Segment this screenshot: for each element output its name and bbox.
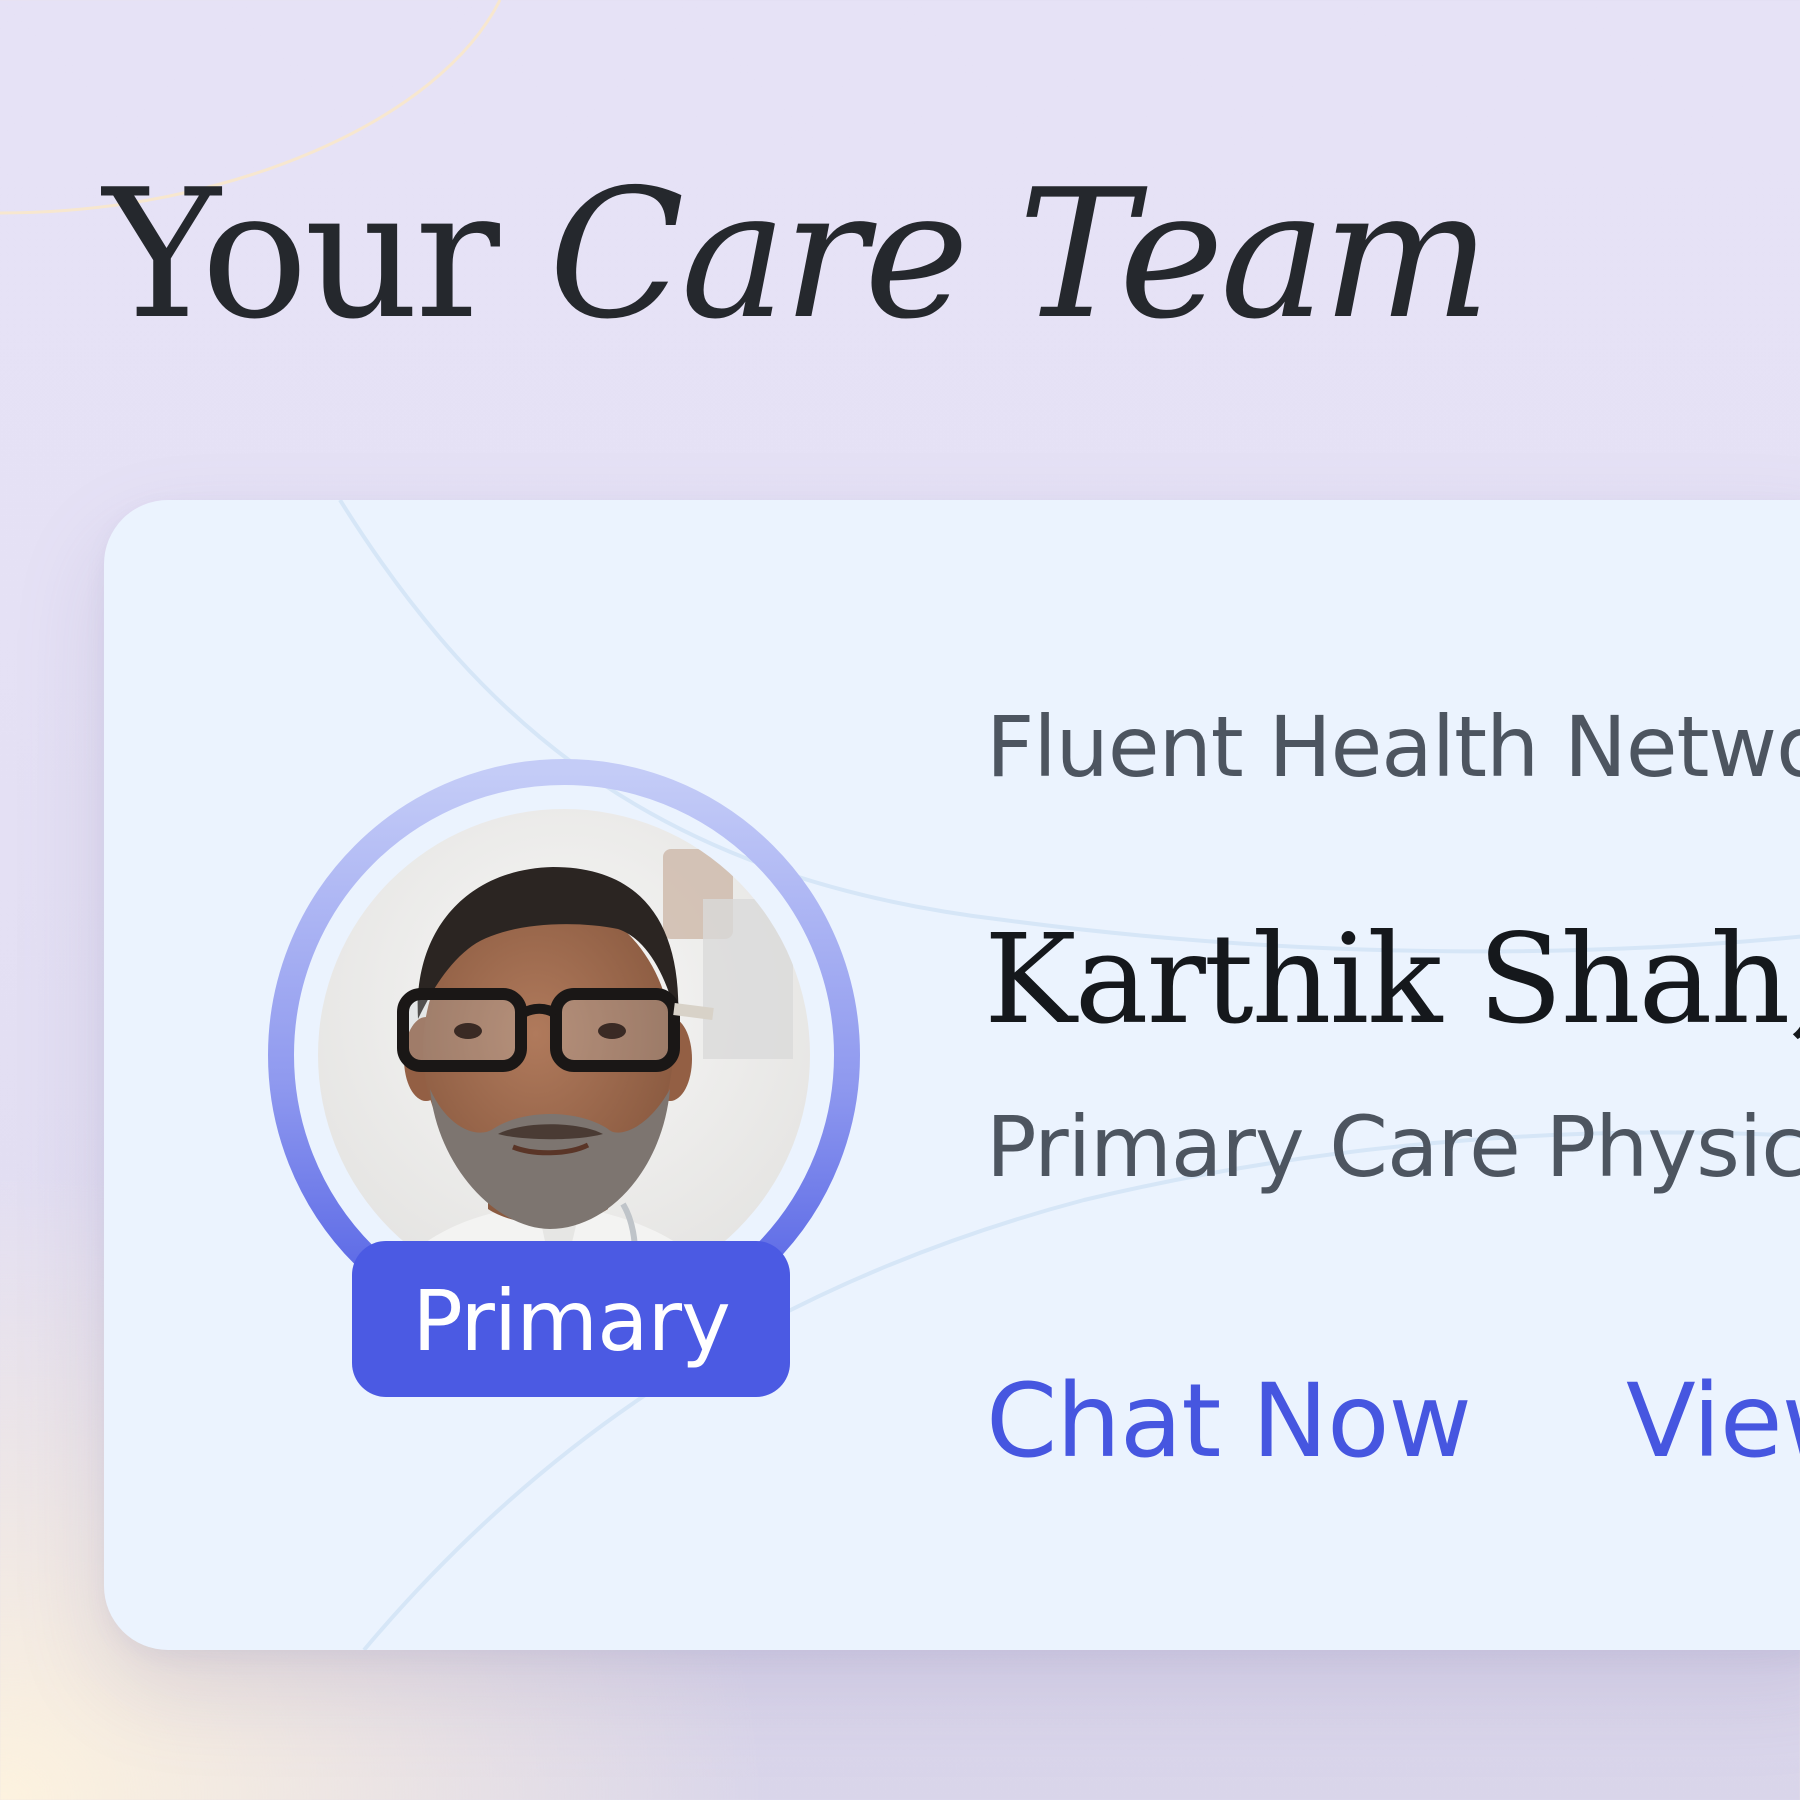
view-link[interactable]: View (1626, 1362, 1800, 1481)
chat-now-link[interactable]: Chat Now (986, 1362, 1472, 1481)
page-title: Your Care Team (103, 166, 1491, 344)
organization-name: Fluent Health Network (986, 698, 1800, 796)
doctor-photo (318, 809, 810, 1301)
provider-avatar[interactable]: Primary (264, 755, 864, 1397)
doctor-portrait-illustration (318, 809, 810, 1301)
doctor-role: Primary Care Physician (986, 1098, 1800, 1196)
provider-card[interactable]: Primary Fluent Health Network Karthik Sh… (104, 500, 1800, 1650)
primary-badge: Primary (352, 1241, 790, 1397)
page-title-plain: Your (103, 151, 500, 358)
doctor-name: Karthik Shah, (984, 908, 1800, 1052)
page-title-emphasis: Care Team (548, 151, 1491, 358)
